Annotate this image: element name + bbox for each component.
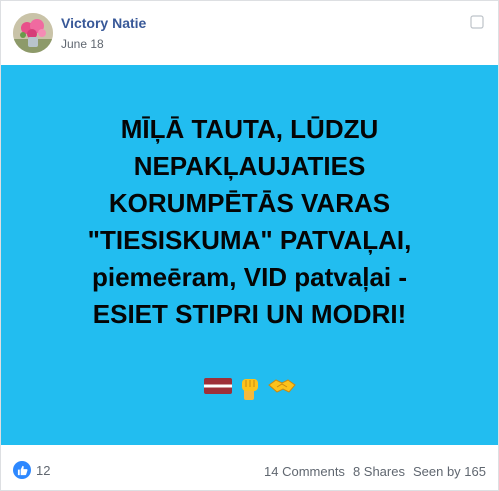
like-icon	[13, 461, 31, 479]
post-background: MĪĻĀ TAUTA, LŪDZU NEPAKĻAUJATIES KORUMPĒ…	[1, 65, 498, 445]
shares-link[interactable]: 8 Shares	[353, 464, 405, 479]
reaction-count: 12	[36, 462, 51, 478]
emoji-row	[1, 375, 498, 401]
author-avatar[interactable]	[13, 13, 53, 53]
comments-link[interactable]: 14 Comments	[264, 464, 345, 479]
raised-fist-icon	[241, 379, 258, 400]
more-options-icon[interactable]	[470, 15, 484, 29]
post-text: MĪĻĀ TAUTA, LŪDZU NEPAKĻAUJATIES KORUMPĒ…	[87, 114, 412, 329]
handshake-icon	[267, 379, 296, 393]
post-footer: 12 14 Comments 8 Shares Seen by 165	[1, 445, 498, 491]
latvia-flag-icon	[203, 378, 232, 394]
seen-by-link[interactable]: Seen by 165	[413, 464, 486, 479]
post-stats: 14 Comments 8 Shares Seen by 165	[264, 464, 486, 479]
post-date[interactable]: June 18	[61, 37, 104, 51]
reactions-summary[interactable]: 12	[13, 461, 50, 479]
flowers-photo-icon	[13, 13, 53, 53]
author-name[interactable]: Victory Natie	[61, 15, 146, 31]
post-header: Victory Natie June 18	[1, 1, 498, 65]
